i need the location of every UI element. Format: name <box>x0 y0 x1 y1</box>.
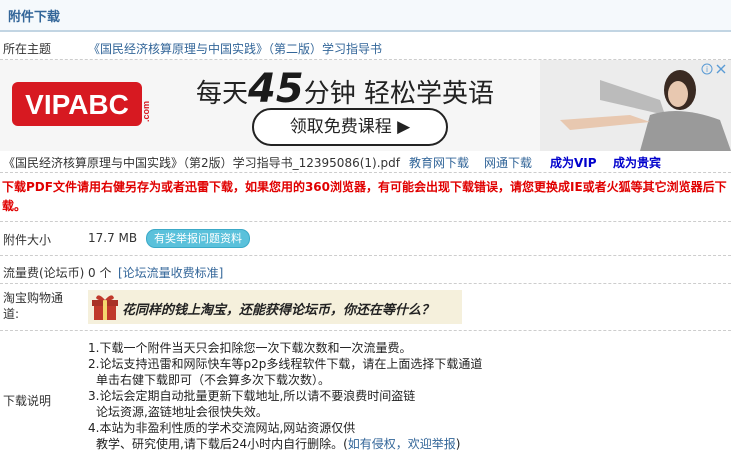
note-line: 1.下载一个附件当天只会扣除您一次下载次数和一次流量费。 <box>88 341 412 355</box>
fee-value: 0 个 <box>88 266 112 280</box>
report-infringement-link[interactable]: 如有侵权，欢迎举报 <box>348 437 456 451</box>
note-line: 2.论坛支持迅雷和网际快车等p2p多线程软件下载，请在上面选择下载通道 <box>88 357 483 371</box>
note-line-last: 教学、研究使用,请下载后24小时内自行删除。(如有侵权，欢迎举报) <box>96 437 461 451</box>
download-warning: 下载PDF文件请用右健另存为或者迅雷下载，如果您用的360浏览器，有可能会出现下… <box>2 180 727 213</box>
taobao-label: 淘宝购物通 道: <box>3 291 64 321</box>
file-name: 《国民经济核算原理与中国实践》（第2版）学习指导书_12395086(1).pd… <box>3 156 400 170</box>
vipabc-logo: VIPABC .com <box>12 82 151 126</box>
note-line: 单击右健下载即可（不会算多次下载次数）。 <box>96 373 331 387</box>
svg-text:i: i <box>706 65 708 74</box>
page-title: 附件下载 <box>8 10 61 25</box>
become-vip-link[interactable]: 成为VIP <box>550 154 597 171</box>
size-value: 17.7 MB <box>88 231 138 245</box>
fee-standard-link[interactable]: [论坛流量收费标准] <box>118 264 223 281</box>
report-problem-button[interactable]: 有奖举报问题资料 <box>146 229 250 248</box>
taobao-banner-text: 花同样的钱上淘宝，还能获得论坛币，你还在等什么？ <box>122 303 435 318</box>
taobao-banner[interactable]: 花同样的钱上淘宝，还能获得论坛币，你还在等什么？ <box>88 290 462 324</box>
ad-close-icon[interactable]: i <box>701 62 727 76</box>
fee-label: 流量费(论坛币) <box>3 266 85 280</box>
download-notes: 1.下载一个附件当天只会扣除您一次下载次数和一次流量费。 2.论坛支持迅雷和网际… <box>88 340 482 452</box>
free-course-button[interactable]: 领取免费课程 ▶ <box>252 108 448 146</box>
ad-headline: 每天45分钟 轻松学英语 <box>196 66 494 112</box>
topic-link[interactable]: 《国民经济核算原理与中国实践》（第二版）学习指导书 <box>88 40 382 57</box>
vipabc-ad-banner[interactable]: VIPABC .com 每天45分钟 轻松学英语 领取免费课程 ▶ i <box>0 60 731 151</box>
topic-row: 所在主题 《国民经济核算原理与中国实践》（第二版）学习指导书 <box>0 32 731 60</box>
file-row: 《国民经济核算原理与中国实践》（第2版）学习指导书_12395086(1).pd… <box>0 152 731 173</box>
notes-label: 下载说明 <box>3 394 52 408</box>
header-bar: 附件下载 <box>0 0 731 32</box>
fee-row: 流量费(论坛币) 0 个 [论坛流量收费标准] <box>0 256 731 284</box>
svg-text:.com: .com <box>141 101 151 122</box>
gift-icon <box>92 295 118 320</box>
note-line: 论坛资源,盗链地址会很快失效。 <box>96 405 268 419</box>
cnc-download-link[interactable]: 网通下载 <box>484 154 532 171</box>
become-guest-link[interactable]: 成为贵宾 <box>613 154 661 171</box>
size-row: 附件大小 17.7 MB 有奖举报问题资料 <box>0 221 731 256</box>
note-line: 4.本站为非盈利性质的学术交流网站,网站资源仅供 <box>88 421 356 435</box>
topic-label: 所在主题 <box>3 42 52 56</box>
svg-text:VIPABC: VIPABC <box>25 89 129 120</box>
play-arrow-icon: ▶ <box>397 117 411 137</box>
size-label: 附件大小 <box>3 233 52 247</box>
note-line: 3.论坛会定期自动批量更新下载地址,所以请不要浪费时间盗链 <box>88 389 416 403</box>
edu-download-link[interactable]: 教育网下载 <box>409 154 469 171</box>
